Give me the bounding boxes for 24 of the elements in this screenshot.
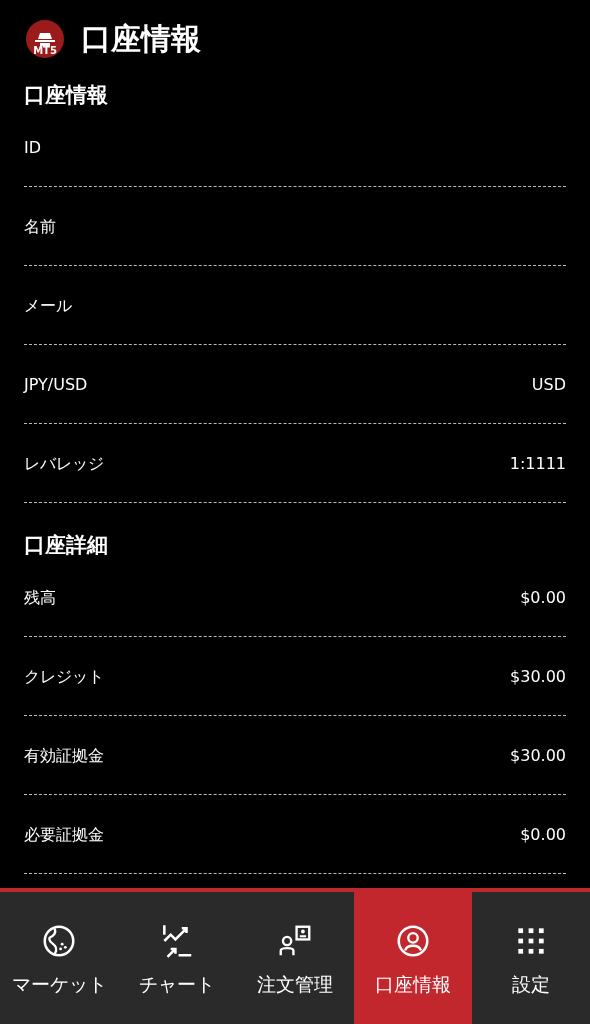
row-label: 名前 — [24, 217, 56, 237]
row-label: メール — [24, 296, 72, 316]
row-value: USD — [531, 375, 566, 395]
tab-bar-item[interactable]: 口座情報 — [354, 892, 472, 1024]
app-logo: MT5 — [26, 19, 64, 58]
row-value: $0.00 — [520, 825, 566, 845]
row-value: $0.00 — [520, 588, 566, 608]
section-heading: 口座情報 — [24, 82, 108, 108]
row-label: JPY/USD — [24, 375, 88, 395]
row-label: 必要証拠金 — [24, 825, 104, 845]
row-label: レバレッジ — [24, 454, 104, 474]
row-value: $30.00 — [510, 667, 566, 687]
page-title: 口座情報 — [81, 20, 201, 58]
row-value: 1:1111 — [509, 454, 566, 474]
row-value: $30.00 — [510, 746, 566, 766]
row-label: クレジット — [24, 667, 104, 687]
row-label: 残高 — [24, 588, 56, 608]
row-label: 有効証拠金 — [24, 746, 104, 766]
tab-bar-item[interactable]: 注文管理 — [236, 892, 354, 1024]
tab-bar-item[interactable]: 設定 — [472, 892, 590, 1024]
tab-bar-item[interactable]: チャート — [118, 892, 236, 1024]
tab-bar-item[interactable]: マーケット — [0, 892, 118, 1024]
section-heading: 口座詳細 — [24, 532, 108, 558]
row-label: ID — [24, 138, 42, 158]
